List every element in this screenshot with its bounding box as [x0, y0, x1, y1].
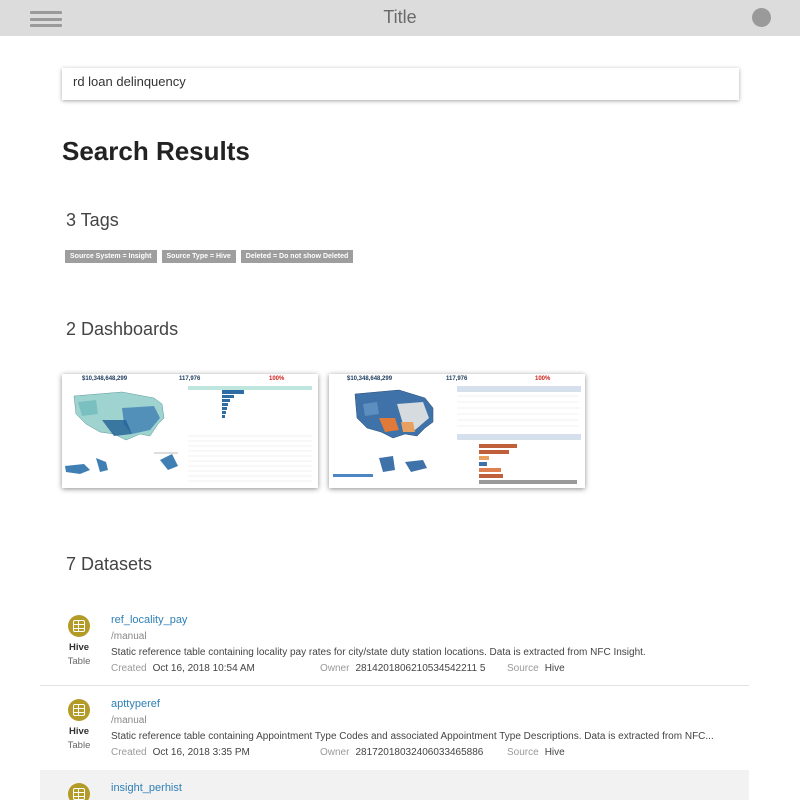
created-label: Created	[111, 747, 147, 758]
dataset-name-link[interactable]: apttyperef	[111, 698, 160, 710]
dataset-source: Source Hive	[507, 663, 565, 674]
page-title: Search Results	[62, 136, 250, 166]
dashboard-thumbnail-2[interactable]: $10,348,648,299 117,976 100%	[329, 374, 585, 488]
dataset-name-link[interactable]: insight_perhist	[111, 782, 182, 794]
dataset-source: Source Hive	[507, 747, 565, 758]
dataset-description: Static reference table containing Appoin…	[111, 731, 714, 742]
dataset-owner: Owner 2814201806210534542211 5	[320, 663, 485, 674]
user-avatar-icon[interactable]	[752, 8, 771, 27]
owner-label: Owner	[320, 747, 350, 758]
dataset-path: /manual	[111, 715, 147, 726]
datasets-heading: 7 Datasets	[66, 554, 153, 574]
dataset-description: Static reference table containing locali…	[111, 647, 646, 658]
tag-list: Source System = Insight Source Type = Hi…	[65, 250, 354, 263]
dashboard-thumbnail-1[interactable]: $10,348,648,299 117,976 100%	[62, 374, 318, 488]
dataset-type-badge: Table	[67, 740, 91, 751]
created-value: Oct 16, 2018 10:54 AM	[152, 663, 255, 674]
dataset-row[interactable]: Hive Table apttyperef /manual Static ref…	[40, 686, 749, 770]
owner-value: 2814201806210534542211 5	[355, 663, 486, 674]
created-value: Oct 16, 2018 3:35 PM	[152, 747, 250, 758]
table-icon	[68, 699, 90, 721]
table-icon	[68, 615, 90, 637]
owner-label: Owner	[320, 663, 350, 674]
dataset-owner: Owner 28172018032406033465886	[320, 747, 483, 758]
dashboards-heading: 2 Dashboards	[66, 319, 179, 339]
dataset-row[interactable]: Hive Table ref_locality_pay /manual Stat…	[40, 602, 749, 686]
tag-chip[interactable]: Source System = Insight	[65, 250, 157, 263]
owner-value: 28172018032406033465886	[355, 747, 484, 758]
dataset-type-badge: Table	[67, 656, 91, 667]
tag-chip[interactable]: Source Type = Hive	[161, 250, 236, 263]
dataset-path: /manual	[111, 631, 147, 642]
source-label: Source	[507, 663, 539, 674]
source-label: Source	[507, 747, 539, 758]
tag-chip[interactable]: Deleted = Do not show Deleted	[240, 250, 354, 263]
app-title: Title	[383, 7, 417, 27]
dataset-row[interactable]: insight_perhist	[40, 770, 749, 800]
dashboard-preview-graphic	[333, 386, 581, 484]
dataset-created: Created Oct 16, 2018 10:54 AM	[111, 663, 255, 674]
source-value: Hive	[544, 747, 565, 758]
dataset-source-badge: Hive	[68, 726, 90, 737]
dataset-name-link[interactable]: ref_locality_pay	[111, 614, 187, 626]
tags-heading: 3 Tags	[66, 210, 119, 230]
top-app-bar: Title	[0, 0, 800, 36]
source-value: Hive	[544, 663, 565, 674]
table-icon	[68, 783, 90, 800]
dataset-source-badge: Hive	[68, 642, 90, 653]
dataset-created: Created Oct 16, 2018 3:35 PM	[111, 747, 250, 758]
search-input[interactable]: rd loan delinquency	[62, 68, 739, 100]
created-label: Created	[111, 663, 147, 674]
dashboard-preview-graphic	[65, 386, 312, 482]
